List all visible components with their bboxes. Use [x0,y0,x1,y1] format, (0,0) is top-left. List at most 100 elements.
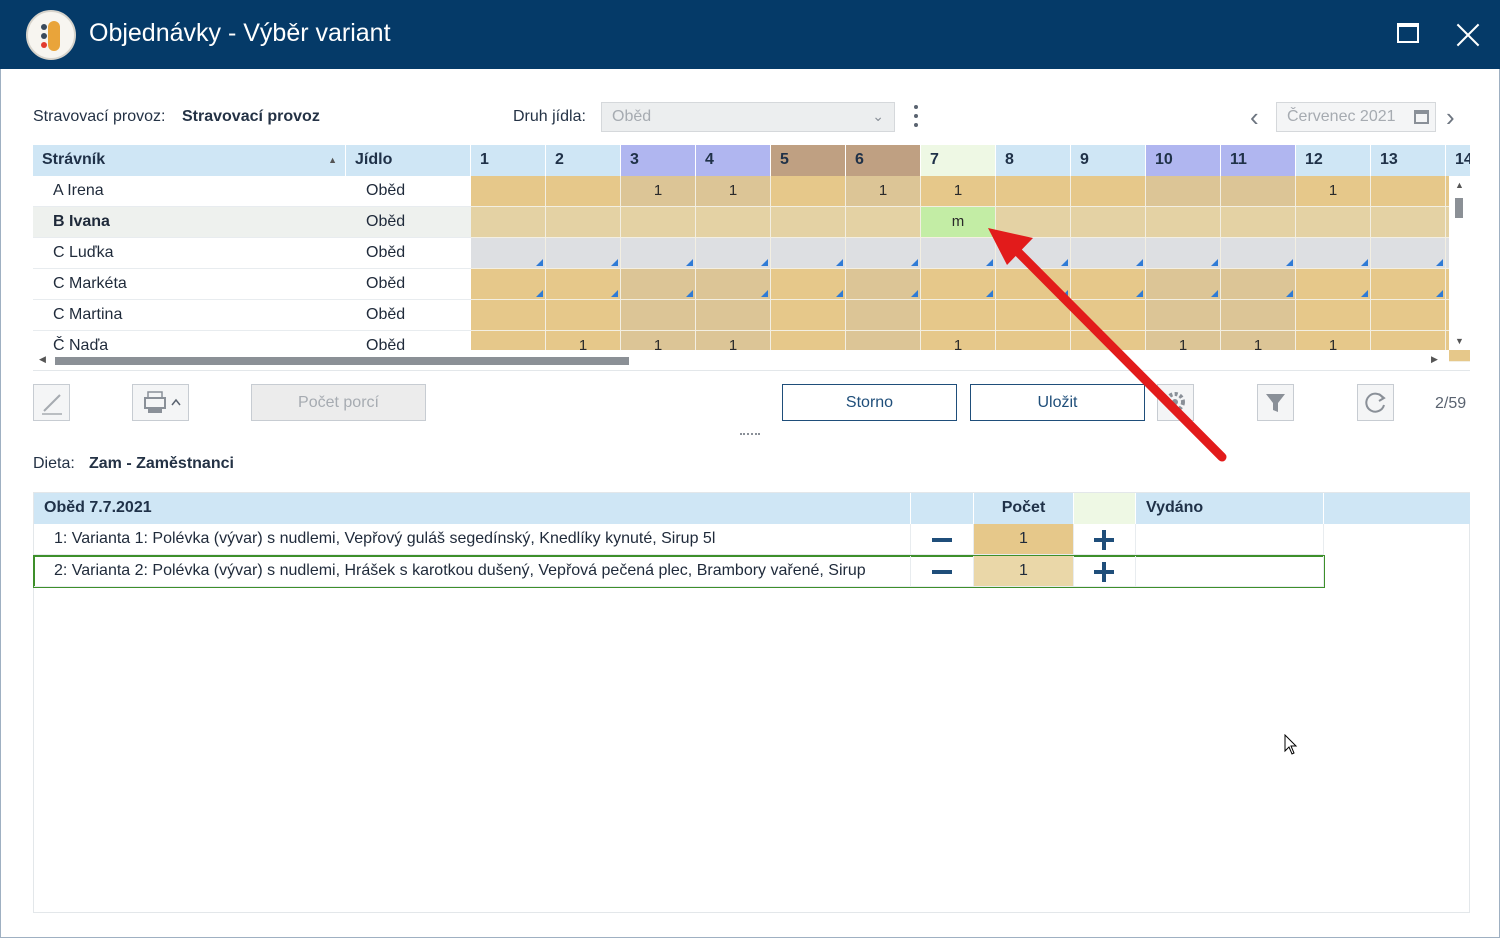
day-cell[interactable] [1071,269,1146,300]
stravnik-cell[interactable]: C Luďka [33,238,346,269]
day-cell[interactable] [471,207,546,238]
day-header-14[interactable]: 14 [1446,145,1470,176]
day-cell[interactable] [1221,300,1296,331]
close-icon[interactable] [1455,20,1483,48]
chevron-left-icon[interactable]: ‹ [1250,104,1270,130]
day-header-8[interactable]: 8 [996,145,1071,176]
ulozit-button[interactable]: Uložit [970,384,1145,421]
day-cell[interactable] [1371,269,1446,300]
horizontal-scrollbar[interactable]: ◀ ▶ [33,350,1449,370]
day-cell[interactable] [1071,300,1146,331]
day-cell[interactable] [846,207,921,238]
grid-row[interactable]: A Irena Oběd 1 1 1 1 1 [33,176,1470,207]
day-cell[interactable]: 1 [696,176,771,207]
day-cell[interactable] [546,238,621,269]
day-cell[interactable] [1221,238,1296,269]
day-cell[interactable] [771,300,846,331]
day-header-9[interactable]: 9 [1071,145,1146,176]
stravnik-cell[interactable]: C Markéta [33,269,346,300]
day-cell[interactable] [1221,269,1296,300]
day-header-1[interactable]: 1 [471,145,546,176]
day-cell[interactable] [1371,238,1446,269]
day-header-12[interactable]: 12 [1296,145,1371,176]
grid-row[interactable]: C Markéta Oběd [33,269,1470,300]
stravnik-cell[interactable]: C Martina [33,300,346,331]
day-header-2[interactable]: 2 [546,145,621,176]
day-cell[interactable] [996,300,1071,331]
panel-splitter[interactable] [740,433,760,435]
day-cell[interactable] [471,300,546,331]
minus-button[interactable] [911,556,974,587]
day-header-10[interactable]: 10 [1146,145,1221,176]
day-cell[interactable] [1146,238,1221,269]
day-cell[interactable] [1296,269,1371,300]
day-header-11[interactable]: 11 [1221,145,1296,176]
grid-row[interactable]: B Ivana Oběd m [33,207,1470,238]
day-cell[interactable] [1146,176,1221,207]
plus-button[interactable] [1074,524,1136,555]
day-cell[interactable] [846,238,921,269]
day-cell[interactable] [471,269,546,300]
grid-row[interactable]: C Martina Oběd [33,300,1470,331]
day-cell[interactable] [771,176,846,207]
jidlo-cell[interactable]: Oběd [346,238,471,269]
day-cell[interactable] [1146,269,1221,300]
col-header-jidlo[interactable]: Jídlo [346,145,471,176]
storno-button[interactable]: Storno [782,384,957,421]
druh-select[interactable]: Oběd ⌄ [601,102,895,132]
day-cell[interactable] [1296,207,1371,238]
stravnik-cell[interactable]: B Ivana [33,207,346,238]
day-cell[interactable] [1296,300,1371,331]
day-cell[interactable] [696,207,771,238]
day-cell[interactable] [1221,176,1296,207]
day-cell[interactable] [1221,207,1296,238]
filter-button[interactable] [1257,384,1294,421]
refresh-button[interactable] [1357,384,1394,421]
day-cell[interactable] [621,269,696,300]
day-cell[interactable]: 1 [921,176,996,207]
day-cell[interactable] [996,238,1071,269]
variant-count[interactable]: 1 [974,556,1074,587]
vertical-scrollbar[interactable]: ▲ ▼ [1449,176,1470,350]
day-cell[interactable] [771,269,846,300]
day-cell[interactable]: 1 [621,176,696,207]
day-cell[interactable] [996,207,1071,238]
day-cell[interactable] [696,269,771,300]
day-cell[interactable]: 1 [846,176,921,207]
day-header-3[interactable]: 3 [621,145,696,176]
day-cell[interactable] [1371,207,1446,238]
day-cell[interactable] [546,269,621,300]
pocet-porci-button[interactable]: Počet porcí [251,384,426,421]
day-cell[interactable] [471,176,546,207]
day-cell[interactable]: 1 [1296,176,1371,207]
calendar-icon[interactable] [1414,110,1429,124]
day-cell[interactable] [621,238,696,269]
day-cell[interactable] [1296,238,1371,269]
col-header-stravnik[interactable]: Strávník ▲ [33,145,346,176]
day-cell[interactable] [1071,207,1146,238]
grid-row[interactable]: C Luďka Oběd [33,238,1470,269]
day-cell[interactable] [1146,300,1221,331]
maximize-icon[interactable] [1395,20,1423,48]
day-header-6[interactable]: 6 [846,145,921,176]
day-cell[interactable] [471,238,546,269]
kebab-menu-icon[interactable] [912,105,920,129]
settings-button[interactable] [1157,384,1194,421]
day-cell[interactable] [771,207,846,238]
day-cell[interactable] [921,269,996,300]
chevron-right-icon[interactable]: › [1446,104,1466,130]
jidlo-cell[interactable]: Oběd [346,269,471,300]
plus-button[interactable] [1074,556,1136,587]
day-header-4[interactable]: 4 [696,145,771,176]
day-cell[interactable] [996,176,1071,207]
jidlo-cell[interactable]: Oběd [346,207,471,238]
day-cell[interactable] [1071,176,1146,207]
edit-button[interactable] [33,384,70,421]
day-header-7[interactable]: 7 [921,145,996,176]
day-cell[interactable] [621,300,696,331]
day-cell[interactable] [621,207,696,238]
jidlo-cell[interactable]: Oběd [346,176,471,207]
day-cell[interactable] [546,176,621,207]
day-cell[interactable] [996,269,1071,300]
jidlo-cell[interactable]: Oběd [346,300,471,331]
